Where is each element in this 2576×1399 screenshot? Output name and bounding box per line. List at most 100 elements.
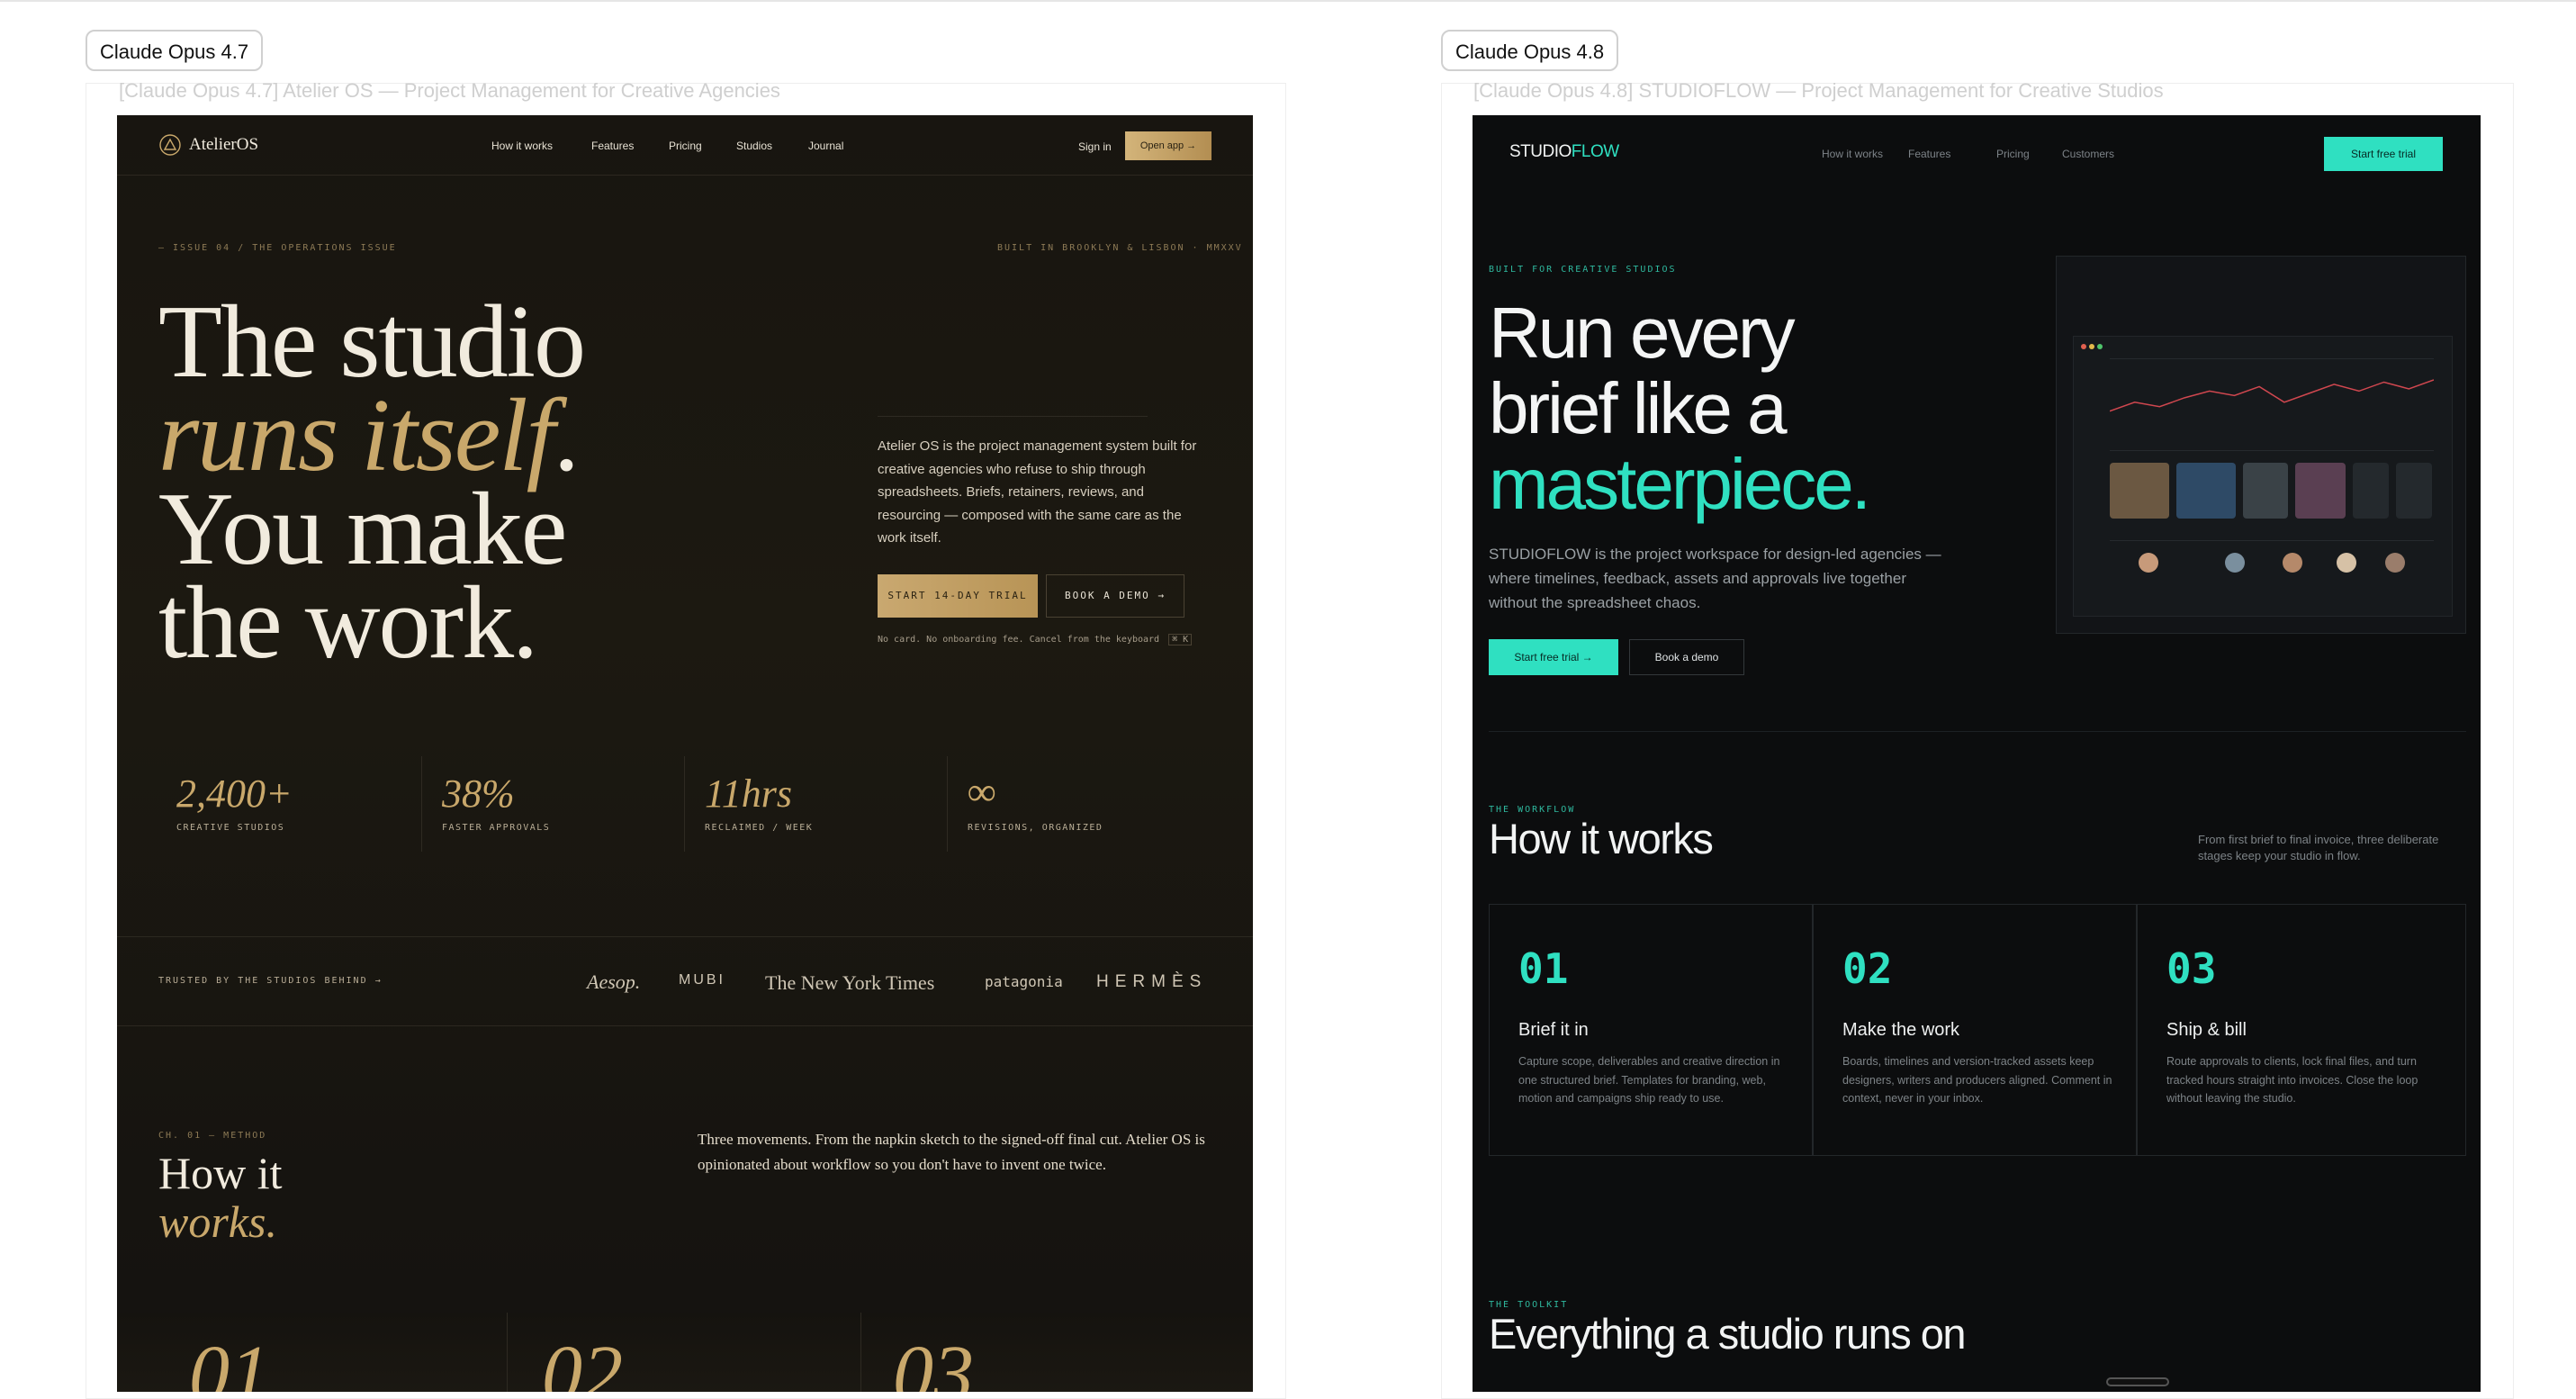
- logo-hermes: HERMÈS: [1096, 972, 1208, 991]
- method-title-line-2: works.: [158, 1196, 277, 1247]
- step-number-03: 03: [893, 1330, 974, 1393]
- nav-studios[interactable]: Studios: [736, 140, 772, 152]
- mock-thumb-1: [2110, 463, 2169, 519]
- open-app-button[interactable]: Open app →: [1125, 131, 1211, 160]
- logo-patagonia: patagonia: [985, 973, 1063, 990]
- top-divider: [0, 0, 2576, 2]
- hero-line-2: brief like a: [1489, 368, 1788, 448]
- mock-thumb-3: [2243, 463, 2288, 519]
- scroll-indicator[interactable]: [2106, 1377, 2169, 1386]
- hero-description: STUDIOFLOW is the project workspace for …: [1489, 546, 1941, 611]
- nav-pricing[interactable]: Pricing: [669, 140, 702, 152]
- step-number-02: 02: [542, 1330, 623, 1393]
- step-number-1: 01: [1518, 944, 1569, 993]
- mock-chart-line: [2110, 379, 2434, 412]
- mock-thumb-4: [2295, 463, 2346, 519]
- sign-in-link[interactable]: Sign in: [1078, 140, 1112, 153]
- hero-headline: Run every brief like a masterpiece.: [1489, 293, 1871, 524]
- nav-how-it-works[interactable]: How it works: [491, 140, 553, 152]
- section-divider: [1489, 731, 2466, 732]
- stat-approvals: 38% FASTER APPROVALS: [421, 756, 684, 852]
- mock-avatar-2: [2225, 553, 2245, 573]
- logo-nyt: The New York Times: [765, 971, 935, 994]
- stat-studios-label: CREATIVE STUDIOS: [176, 823, 285, 833]
- step-description-3: Route approvals to clients, lock final f…: [2166, 1055, 2418, 1105]
- method-title-line-1: How it: [158, 1148, 283, 1198]
- stat-hours-value: 11hrs: [705, 772, 792, 816]
- stat-studios-value: 2,400+: [176, 772, 293, 816]
- stat-hours: 11hrs RECLAIMED / WEEK: [684, 756, 947, 852]
- stat-revisions-value: ∞: [968, 770, 996, 814]
- mock-dot-red: [2081, 344, 2086, 349]
- brand-flow: FLOW: [1571, 142, 1619, 161]
- method-description: Three movements. From the napkin sketch …: [698, 1131, 1205, 1173]
- hero-line-1: Run every: [1489, 293, 1796, 373]
- trial-note-text: No card. No onboarding fee. Cancel from …: [878, 635, 1160, 645]
- product-screenshot: [2056, 256, 2466, 634]
- studioflow-brand[interactable]: STUDIOFLOW: [1509, 142, 1619, 162]
- step-card-2: 02 Make the work Boards, timelines and v…: [1813, 904, 2137, 1156]
- workflow-title: How it works: [1489, 815, 1714, 862]
- brand-studio: STUDIO: [1509, 142, 1572, 161]
- nav-pricing[interactable]: Pricing: [1996, 148, 2030, 160]
- nav-features[interactable]: Features: [591, 140, 634, 152]
- mock-thumb-5: [2353, 463, 2389, 519]
- nav-journal[interactable]: Journal: [808, 140, 843, 152]
- hero-line-3: masterpiece.: [1489, 444, 1871, 524]
- mock-dot-green: [2097, 344, 2103, 349]
- start-trial-button[interactable]: Start free trial →: [1489, 639, 1618, 675]
- step-title-2: Make the work: [1842, 1020, 1960, 1040]
- workflow-description: From first brief to final invoice, three…: [2198, 833, 2439, 862]
- step-card-1: 01 Brief it in Capture scope, deliverabl…: [1489, 904, 1813, 1156]
- logo-aesop: Aesop.: [587, 970, 641, 993]
- step-description-2: Boards, timelines and version-tracked as…: [1842, 1055, 2112, 1105]
- mock-avatar-5: [2385, 553, 2405, 573]
- mock-window: [2073, 336, 2453, 617]
- mock-line-chart: [2110, 379, 2434, 412]
- book-demo-button[interactable]: BOOK A DEMO →: [1046, 574, 1184, 618]
- atelier-brand[interactable]: AtelierOS: [189, 135, 258, 155]
- hero-line-4: the work.: [158, 565, 538, 681]
- preview-title-left: [Claude Opus 4.7] Atelier OS — Project M…: [119, 79, 780, 102]
- method-eyebrow: CH. 01 — METHOD: [158, 1131, 267, 1141]
- mock-dot-yellow: [2089, 344, 2094, 349]
- step-title-3: Ship & bill: [2166, 1020, 2247, 1040]
- nav-features[interactable]: Features: [1908, 148, 1950, 160]
- book-demo-button[interactable]: Book a demo: [1629, 639, 1744, 675]
- hero-headline: The studio runs itself. You make the wor…: [158, 290, 586, 681]
- body-divider: [878, 416, 1148, 417]
- location-eyebrow: BUILT IN BROOKLYN & LISBON · MMXXV: [997, 243, 1243, 253]
- start-trial-button[interactable]: START 14-DAY TRIAL: [878, 574, 1038, 618]
- mock-toolbar-line: [2110, 358, 2434, 359]
- trial-note: No card. No onboarding fee. Cancel from …: [878, 634, 1193, 645]
- logo-mubi: MUBI: [679, 972, 725, 988]
- nav-divider: [117, 175, 1253, 176]
- step-divider-2: [860, 1313, 861, 1392]
- mock-divider: [2110, 450, 2434, 451]
- mock-avatar-4: [2337, 553, 2356, 573]
- hero-line-3: You make: [158, 472, 567, 587]
- mock-avatar-3: [2283, 553, 2302, 573]
- step-number-3: 03: [2166, 944, 2217, 993]
- toolkit-title: Everything a studio runs on: [1489, 1310, 1967, 1358]
- preview-title-right: [Claude Opus 4.8] STUDIOFLOW — Project M…: [1473, 79, 2164, 102]
- method-steps-band: [117, 1313, 1253, 1392]
- method-title: How it works.: [158, 1149, 283, 1246]
- nav-customers[interactable]: Customers: [2062, 148, 2114, 160]
- nav-how-it-works[interactable]: How it works: [1822, 148, 1883, 160]
- issue-eyebrow: — ISSUE 04 / THE OPERATIONS ISSUE: [158, 243, 397, 253]
- model-label-left: Claude Opus 4.7: [86, 30, 264, 71]
- step-card-3: 03 Ship & bill Route approvals to client…: [2137, 904, 2466, 1156]
- nav-start-trial-button[interactable]: Start free trial: [2324, 137, 2443, 171]
- trusted-label: TRUSTED BY THE STUDIOS BEHIND →: [158, 976, 383, 986]
- stat-hours-label: RECLAIMED / WEEK: [705, 823, 814, 833]
- mock-thumb-2: [2176, 463, 2236, 519]
- model-label-right: Claude Opus 4.8: [1441, 30, 1619, 71]
- shortcut-key: ⌘ K: [1168, 634, 1193, 645]
- stat-approvals-value: 38%: [442, 772, 515, 816]
- step-title-1: Brief it in: [1518, 1020, 1589, 1040]
- mock-thumb-6: [2396, 463, 2432, 519]
- hero-eyebrow: BUILT FOR CREATIVE STUDIOS: [1489, 265, 1677, 275]
- step-number-2: 02: [1842, 944, 1893, 993]
- stat-approvals-label: FASTER APPROVALS: [442, 823, 551, 833]
